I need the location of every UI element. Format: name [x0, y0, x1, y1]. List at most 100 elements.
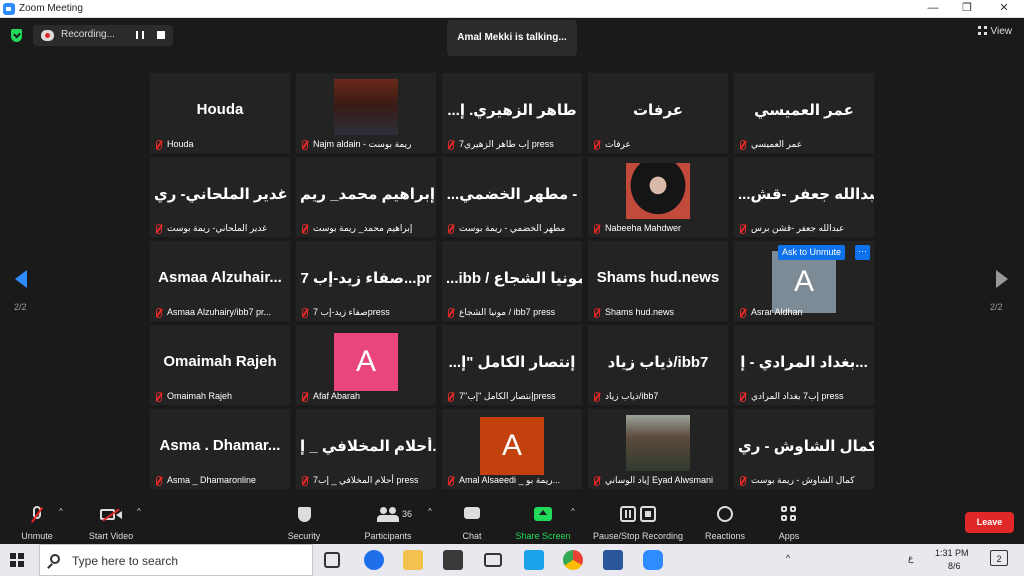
participant-tile[interactable]: Houda Houda	[150, 73, 290, 153]
participant-tile[interactable]: بغداد المرادي - إ... إب7 بغداد المرادي pr…	[734, 325, 874, 405]
video-options-caret[interactable]: ^	[137, 507, 141, 516]
participant-tile[interactable]: إياد الوساني Eyad Alwsmani	[588, 409, 728, 489]
notification-center-icon[interactable]: 2	[990, 550, 1008, 566]
participant-name: Asma _ Dhamaronline	[153, 474, 256, 487]
pause-icon[interactable]	[136, 31, 144, 39]
participant-name: عبدالله جعفر -قشن برس	[737, 222, 844, 235]
pause-record-icon	[620, 504, 656, 526]
participant-name: مطهر الخضمي - ريمة بوست	[445, 222, 565, 235]
notification-count: 2	[996, 554, 1002, 564]
avatar: A	[772, 251, 836, 313]
participant-tile[interactable]: Asma . Dhamar... Asma _ Dhamaronline	[150, 409, 290, 489]
participant-tile[interactable]: كمال الشاوش - ري...كمال الشاوش - ريمة بو…	[734, 409, 874, 489]
participant-name: ذياب زياد/ibb7	[591, 390, 658, 403]
pinned-app-icon[interactable]	[524, 550, 544, 570]
participant-tile[interactable]: ذياب زياد/ibb7 ذياب زياد/ibb7	[588, 325, 728, 405]
stop-icon[interactable]	[157, 31, 165, 39]
unmute-button[interactable]: Unmute	[14, 500, 60, 544]
participant-tile[interactable]: Omaimah Rajeh Omaimah Rajeh	[150, 325, 290, 405]
participant-name: 7إب طاهر الزهيري press	[445, 138, 554, 151]
participant-tile[interactable]: صفاء زيد-إب 7...pr صفاء زيد-إب 7press	[296, 241, 436, 321]
zoom-taskbar-icon[interactable]	[643, 550, 663, 570]
participant-name: إب7 بغداد المرادي press	[737, 390, 844, 403]
participant-tile[interactable]: غدير الملحاني- ري غدير الملحاني- ريمة بوس…	[150, 157, 290, 237]
participant-tile[interactable]: Nabeeha Mahdwer	[588, 157, 728, 237]
apps-button[interactable]: Apps	[772, 500, 806, 544]
windows-start-icon[interactable]	[10, 553, 24, 567]
next-page-indicator: 2/2	[990, 302, 1003, 312]
word-icon[interactable]	[603, 550, 623, 570]
participant-tile[interactable]: ...ibb / مونيا الشجاع مونيا الشجاع / ibb7…	[442, 241, 582, 321]
audio-options-caret[interactable]: ^	[59, 507, 63, 516]
participant-tile[interactable]: ...عبدالله جعفر -قش عبدالله جعفر -قشن برس	[734, 157, 874, 237]
input-language[interactable]: ع	[908, 553, 913, 564]
participant-name: غدير الملحاني- ريمة بوست	[153, 222, 267, 235]
window-title: Zoom Meeting	[19, 3, 83, 14]
windows-taskbar: Type here to search ^ ع 1:31 PM 8/6 2	[0, 544, 1024, 576]
participants-button[interactable]: Participants	[360, 500, 416, 544]
participant-tile[interactable]: Najm aldain - ريمة بوست	[296, 73, 436, 153]
store-icon[interactable]	[443, 550, 463, 570]
participant-tile[interactable]: ...إنتصار الكامل "إ إنتصار الكامل "إب"7pr…	[442, 325, 582, 405]
minimize-button[interactable]: —	[924, 1, 942, 16]
leave-button[interactable]: Leave	[965, 512, 1014, 533]
apps-icon	[781, 504, 797, 526]
participant-tile[interactable]: إبراهيم محمد_ ريم إبراهيم محمد_ ريمة بوست	[296, 157, 436, 237]
participant-tile[interactable]: ...مطهر الخضمي - مطهر الخضمي - ريمة بوست	[442, 157, 582, 237]
security-icon	[297, 504, 311, 526]
close-button[interactable]: ✕	[995, 1, 1013, 16]
zoom-logo-icon	[3, 3, 15, 15]
participant-name: Amal Alsaeedi _ ريمة بو...	[445, 474, 560, 487]
participant-name: إبراهيم محمد_ ريمة بوست	[299, 222, 412, 235]
security-button[interactable]: Security	[282, 500, 326, 544]
video-off-icon	[100, 504, 122, 526]
tray-chevron-icon[interactable]: ^	[786, 553, 790, 563]
edge-browser-icon[interactable]	[364, 550, 384, 570]
recording-indicator: Recording...	[33, 25, 173, 46]
share-options-caret[interactable]: ^	[571, 507, 575, 516]
participant-tile[interactable]: أحلام المخلافي _ إ...أحلام المخلافي _ إب…	[296, 409, 436, 489]
participant-photo	[334, 79, 398, 135]
ask-to-unmute-button[interactable]: Ask to Unmute	[778, 245, 846, 260]
participant-name: Shams hud.news	[591, 306, 674, 319]
chat-button[interactable]: Chat	[456, 500, 488, 544]
participant-name: إياد الوساني Eyad Alwsmani	[591, 474, 713, 487]
next-page-arrow[interactable]	[996, 270, 1008, 288]
participant-tile[interactable]: ...طاهر الزهيري. إ 7إب طاهر الزهيري press	[442, 73, 582, 153]
participant-photo	[626, 163, 690, 219]
participant-name: عمر العميسي	[737, 138, 802, 151]
reactions-button[interactable]: Reactions	[702, 500, 748, 544]
participant-name: صفاء زيد-إب 7press	[299, 306, 390, 319]
task-view-icon[interactable]	[324, 552, 340, 568]
participant-name: Afaf Abarah	[299, 390, 360, 403]
participant-tile[interactable]: عرفات عرفات	[588, 73, 728, 153]
gallery-grid: Houda Houda Najm aldain - ريمة بوست ...طا…	[150, 73, 874, 490]
chrome-icon[interactable]	[563, 550, 583, 570]
participant-tile[interactable]: Asmaa Alzuhair... Asmaa Alzuhairy/ibb7 pr…	[150, 241, 290, 321]
participants-options-caret[interactable]: ^	[428, 507, 432, 516]
view-button[interactable]: View	[977, 26, 1012, 37]
pause-stop-recording-button[interactable]: Pause/Stop Recording	[588, 500, 688, 544]
participant-name: Asmaa Alzuhairy/ibb7 pr...	[153, 306, 271, 319]
file-explorer-icon[interactable]	[403, 550, 423, 570]
participant-name: Asrar Aldhan	[737, 306, 803, 319]
participant-tile[interactable]: عمر العميسي عمر العميسي	[734, 73, 874, 153]
start-video-button[interactable]: Start Video	[82, 500, 140, 544]
meeting-toolbar: Unmute ^ Start Video ^ Security Particip…	[0, 500, 1024, 544]
more-options-button[interactable]: ···	[855, 245, 870, 260]
shield-icon[interactable]	[11, 29, 22, 42]
recording-label: Recording...	[61, 29, 115, 40]
participant-tile[interactable]: A Afaf Abarah	[296, 325, 436, 405]
participant-tile[interactable]: Shams hud.news Shams hud.news	[588, 241, 728, 321]
participant-tile[interactable]: A Amal Alsaeedi _ ريمة بو...	[442, 409, 582, 489]
mic-muted-icon	[31, 504, 43, 526]
maximize-button[interactable]: ❐	[958, 1, 976, 16]
active-speaker-banner: Amal Mekki is talking...	[447, 20, 577, 56]
taskbar-search-box[interactable]: Type here to search	[39, 544, 313, 576]
clock-time: 1:31 PM	[935, 548, 969, 558]
share-screen-button[interactable]: Share Screen	[512, 500, 574, 544]
participant-name: Najm aldain - ريمة بوست	[299, 138, 411, 151]
mail-icon[interactable]	[484, 553, 502, 567]
prev-page-arrow[interactable]	[15, 270, 27, 288]
avatar: A	[334, 333, 398, 391]
